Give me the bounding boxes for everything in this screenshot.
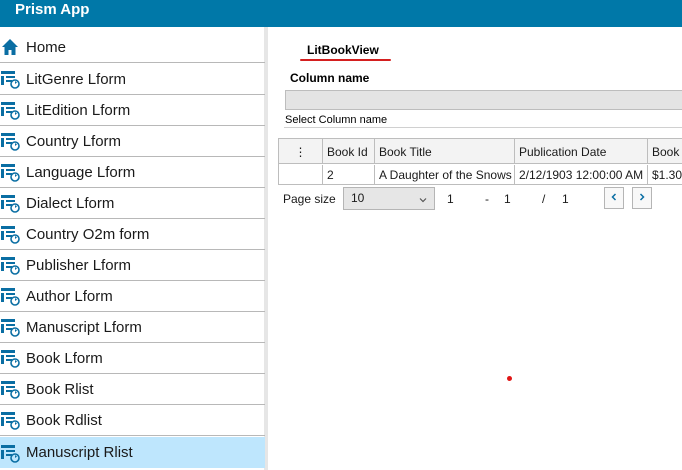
data-grid: ⋮ Book Id Book Title Publication Date Bo…	[278, 138, 682, 185]
sidebar-item-label: Manuscript Lform	[26, 318, 142, 336]
chevron-right-icon	[637, 189, 647, 207]
sidebar-item-country-o2m-form[interactable]: Country O2m form	[0, 219, 265, 250]
chevron-left-icon	[609, 189, 619, 207]
form-icon	[0, 162, 20, 182]
select-column-hint: Select Column name	[285, 114, 388, 126]
form-icon	[0, 379, 20, 399]
sidebar-item-label: Home	[26, 38, 67, 56]
previous-page-button[interactable]	[604, 187, 624, 209]
sidebar-item-country-lform[interactable]: Country Lform	[0, 126, 265, 157]
total-count: 1	[562, 192, 569, 206]
active-tab-underline	[300, 59, 391, 61]
form-icon	[0, 317, 20, 337]
column-header-publication-date[interactable]: Publication Date	[515, 139, 648, 164]
sidebar-item-label: Publisher Lform	[26, 256, 132, 274]
table-row[interactable]: 2 A Daughter of the Snows 2/12/1903 12:0…	[279, 165, 682, 185]
sidebar-item-book-rlist[interactable]: Book Rlist	[0, 374, 265, 405]
sidebar-item-manuscript-rlist[interactable]: Manuscript Rlist	[0, 437, 265, 468]
form-icon	[0, 69, 20, 89]
grid-header-row: ⋮ Book Id Book Title Publication Date Bo…	[279, 139, 682, 164]
page-size-label: Page size	[283, 192, 336, 206]
sidebar-item-label: Language Lform	[26, 163, 136, 181]
form-icon	[0, 410, 20, 430]
form-icon	[0, 443, 20, 463]
form-icon	[0, 255, 20, 275]
home-icon	[0, 37, 20, 57]
next-page-button[interactable]	[632, 187, 652, 209]
column-name-select[interactable]	[285, 90, 682, 110]
sidebar-item-litedition-lform[interactable]: LitEdition Lform	[0, 95, 265, 126]
form-icon	[0, 193, 20, 213]
sidebar-item-manuscript-lform[interactable]: Manuscript Lform	[0, 312, 265, 343]
sidebar-item-home[interactable]: Home	[0, 32, 265, 63]
sidebar-item-label: Dialect Lform	[26, 194, 115, 212]
sidebar-item-book-lform[interactable]: Book Lform	[0, 343, 265, 374]
form-icon	[0, 348, 20, 368]
row-indicator	[279, 165, 323, 185]
form-icon	[0, 131, 20, 151]
table-cell[interactable]: A Daughter of the Snows	[375, 165, 515, 185]
column-name-label: Column name	[290, 71, 370, 85]
sidebar-item-label: Country O2m form	[26, 225, 150, 243]
sidebar-item-author-lform[interactable]: Author Lform	[0, 281, 265, 312]
page-size-value: 10	[351, 191, 365, 205]
form-icon	[0, 224, 20, 244]
page-size-select[interactable]: 10	[343, 187, 435, 210]
chevron-down-icon	[418, 192, 428, 203]
column-header-book-price[interactable]: Book I	[648, 139, 682, 164]
title-bar: Prism App	[0, 0, 682, 27]
view-title[interactable]: LitBookView	[307, 43, 379, 57]
sidebar-item-book-rdlist[interactable]: Book Rdlist	[0, 405, 265, 436]
sidebar: Home LitGenre Lform LitEdition Lform Cou…	[0, 27, 268, 470]
range-end: 1	[504, 192, 511, 206]
sidebar-item-dialect-lform[interactable]: Dialect Lform	[0, 188, 265, 219]
sidebar-item-label: Author Lform	[26, 287, 113, 305]
sidebar-item-publisher-lform[interactable]: Publisher Lform	[0, 250, 265, 281]
red-dot-marker	[507, 376, 512, 381]
column-header-book-id[interactable]: Book Id	[323, 139, 375, 164]
sidebar-item-label: LitGenre Lform	[26, 70, 127, 88]
form-icon	[0, 286, 20, 306]
pager: Page size 10 1 - 1 / 1	[272, 185, 682, 215]
column-menu-icon[interactable]: ⋮	[279, 139, 323, 164]
sidebar-item-label: Book Rlist	[26, 380, 94, 398]
column-header-book-title[interactable]: Book Title	[375, 139, 515, 164]
sidebar-item-language-lform[interactable]: Language Lform	[0, 157, 265, 188]
sidebar-item-label: Book Rdlist	[26, 411, 102, 429]
sidebar-item-label: Country Lform	[26, 132, 122, 150]
sidebar-item-litgenre-lform[interactable]: LitGenre Lform	[0, 64, 265, 95]
sidebar-item-label: LitEdition Lform	[26, 101, 131, 119]
table-cell[interactable]: $1.30	[648, 165, 682, 185]
total-separator: /	[542, 192, 546, 206]
form-icon	[0, 100, 20, 120]
main-content: LitBookView Column name Select Column na…	[272, 27, 682, 470]
sidebar-item-label: Book Lform	[26, 349, 103, 367]
table-cell[interactable]: 2/12/1903 12:00:00 AM	[515, 165, 648, 185]
app-title: Prism App	[15, 1, 90, 18]
range-start: 1	[447, 192, 454, 206]
range-separator: -	[485, 192, 489, 206]
table-cell[interactable]: 2	[323, 165, 375, 185]
divider	[284, 127, 682, 128]
sidebar-item-label: Manuscript Rlist	[26, 444, 133, 461]
